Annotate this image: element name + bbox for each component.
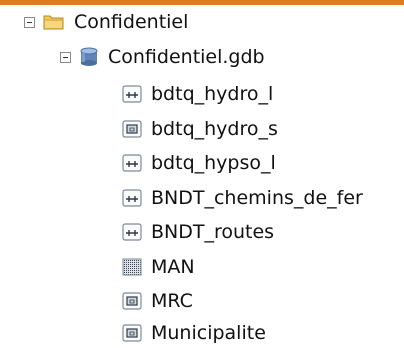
geodatabase-icon (79, 47, 99, 67)
tree-node-layer[interactable]: bdtq_hypso_l (122, 148, 276, 178)
line-feature-class-icon (122, 223, 142, 241)
tree-node-layer[interactable]: MAN (122, 252, 195, 282)
layer-label: MRC (151, 290, 193, 312)
layer-label: BNDT_routes (151, 221, 275, 243)
tree-node-layer[interactable]: BNDT_routes (122, 217, 274, 247)
tree-node-layer[interactable]: Municipalite (122, 318, 266, 348)
tree-node-layer[interactable]: bdtq_hydro_l (122, 79, 273, 109)
raster-icon (122, 258, 142, 276)
catalog-tree: Confidentiel Confidentiel.gdb bdtq_hydro… (0, 0, 404, 345)
layer-label: bdtq_hydro_s (151, 118, 278, 140)
tree-node-layer[interactable]: bdtq_hydro_s (122, 114, 278, 144)
layer-label: BNDT_chemins_de_fer (151, 187, 363, 209)
folder-icon (43, 13, 65, 31)
layer-label: bdtq_hydro_l (151, 83, 274, 105)
layer-label: Municipalite (151, 322, 266, 344)
collapse-toggle[interactable] (24, 16, 35, 28)
geodatabase-label: Confidentiel.gdb (108, 46, 265, 68)
line-feature-class-icon (122, 85, 142, 103)
layer-label: MAN (151, 256, 195, 278)
polygon-feature-class-icon (122, 120, 142, 138)
tree-node-geodatabase[interactable]: Confidentiel.gdb (60, 42, 265, 72)
tree-node-layer[interactable]: BNDT_chemins_de_fer (122, 183, 363, 213)
folder-label: Confidentiel (74, 11, 189, 33)
tree-node-layer[interactable]: MRC (122, 286, 193, 316)
collapse-toggle[interactable] (60, 51, 71, 63)
polygon-feature-class-icon (122, 324, 142, 342)
layer-label: bdtq_hypso_l (151, 152, 276, 174)
polygon-feature-class-icon (122, 292, 142, 310)
line-feature-class-icon (122, 154, 142, 172)
tree-node-folder[interactable]: Confidentiel (24, 7, 188, 37)
line-feature-class-icon (122, 189, 142, 207)
